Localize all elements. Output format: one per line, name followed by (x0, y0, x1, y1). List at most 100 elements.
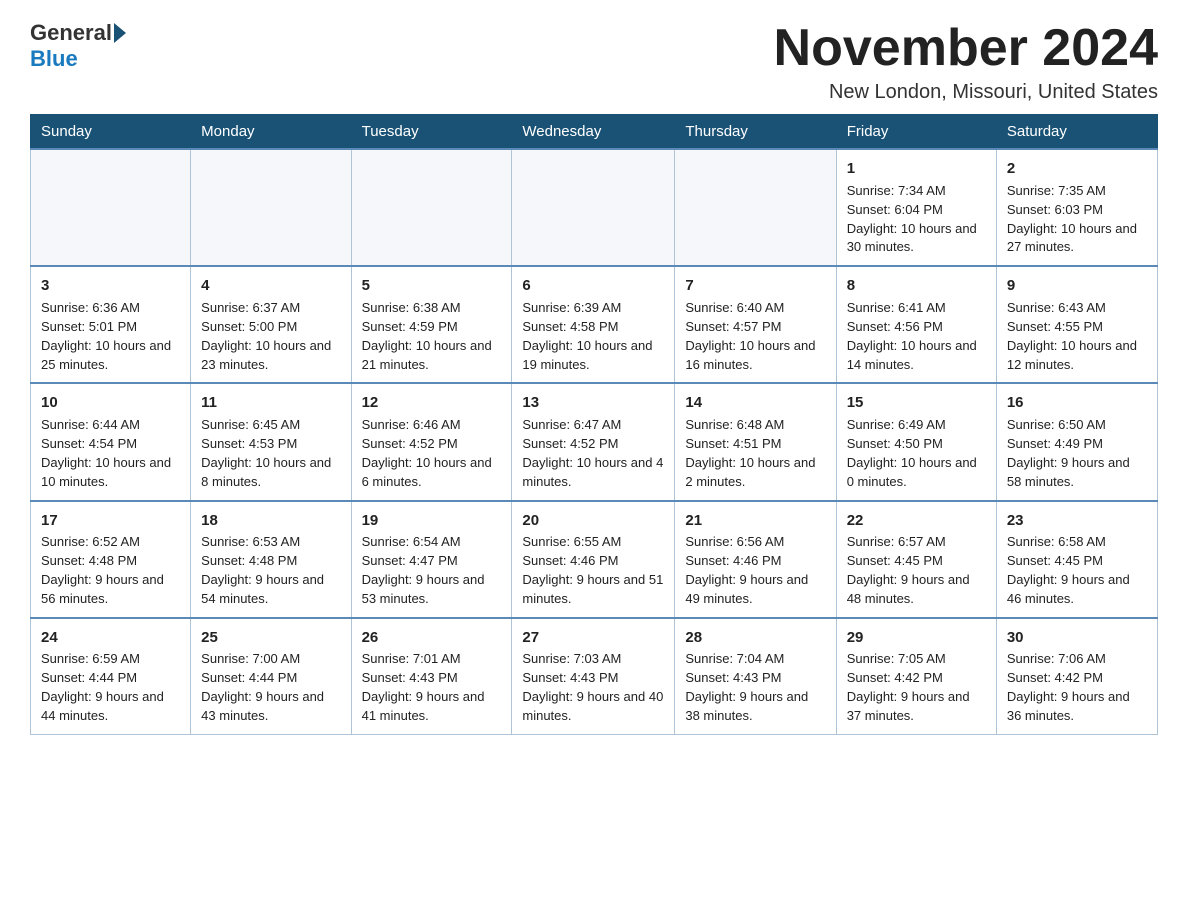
day-info: Sunrise: 6:56 AMSunset: 4:46 PMDaylight:… (685, 533, 825, 608)
day-info: Sunrise: 6:38 AMSunset: 4:59 PMDaylight:… (362, 299, 502, 374)
month-title: November 2024 (774, 20, 1158, 77)
calendar-cell: 1Sunrise: 7:34 AMSunset: 6:04 PMDaylight… (836, 149, 996, 266)
day-number: 29 (847, 627, 986, 649)
calendar-cell: 6Sunrise: 6:39 AMSunset: 4:58 PMDaylight… (512, 266, 675, 383)
day-info: Sunrise: 7:01 AMSunset: 4:43 PMDaylight:… (362, 650, 502, 725)
calendar-cell: 10Sunrise: 6:44 AMSunset: 4:54 PMDayligh… (31, 383, 191, 500)
day-number: 22 (847, 510, 986, 532)
day-number: 3 (41, 275, 180, 297)
day-info: Sunrise: 6:41 AMSunset: 4:56 PMDaylight:… (847, 299, 986, 374)
day-number: 20 (522, 510, 664, 532)
day-number: 30 (1007, 627, 1147, 649)
calendar-cell: 3Sunrise: 6:36 AMSunset: 5:01 PMDaylight… (31, 266, 191, 383)
calendar-cell: 12Sunrise: 6:46 AMSunset: 4:52 PMDayligh… (351, 383, 512, 500)
calendar-cell (31, 149, 191, 266)
calendar-week-row: 17Sunrise: 6:52 AMSunset: 4:48 PMDayligh… (31, 501, 1158, 618)
day-number: 1 (847, 158, 986, 180)
calendar-cell: 13Sunrise: 6:47 AMSunset: 4:52 PMDayligh… (512, 383, 675, 500)
calendar-week-row: 10Sunrise: 6:44 AMSunset: 4:54 PMDayligh… (31, 383, 1158, 500)
day-number: 13 (522, 392, 664, 414)
calendar-cell: 26Sunrise: 7:01 AMSunset: 4:43 PMDayligh… (351, 618, 512, 735)
day-number: 6 (522, 275, 664, 297)
calendar-cell: 25Sunrise: 7:00 AMSunset: 4:44 PMDayligh… (191, 618, 351, 735)
calendar-header-monday: Monday (191, 115, 351, 150)
day-number: 5 (362, 275, 502, 297)
day-info: Sunrise: 6:54 AMSunset: 4:47 PMDaylight:… (362, 533, 502, 608)
day-number: 9 (1007, 275, 1147, 297)
day-info: Sunrise: 7:03 AMSunset: 4:43 PMDaylight:… (522, 650, 664, 725)
calendar-header-thursday: Thursday (675, 115, 836, 150)
day-info: Sunrise: 6:45 AMSunset: 4:53 PMDaylight:… (201, 416, 340, 491)
calendar-week-row: 1Sunrise: 7:34 AMSunset: 6:04 PMDaylight… (31, 149, 1158, 266)
calendar-cell: 15Sunrise: 6:49 AMSunset: 4:50 PMDayligh… (836, 383, 996, 500)
calendar-cell: 28Sunrise: 7:04 AMSunset: 4:43 PMDayligh… (675, 618, 836, 735)
logo-arrow-icon (114, 23, 126, 43)
calendar-cell: 7Sunrise: 6:40 AMSunset: 4:57 PMDaylight… (675, 266, 836, 383)
day-number: 16 (1007, 392, 1147, 414)
day-info: Sunrise: 7:06 AMSunset: 4:42 PMDaylight:… (1007, 650, 1147, 725)
calendar-cell: 2Sunrise: 7:35 AMSunset: 6:03 PMDaylight… (996, 149, 1157, 266)
day-number: 2 (1007, 158, 1147, 180)
calendar-cell: 27Sunrise: 7:03 AMSunset: 4:43 PMDayligh… (512, 618, 675, 735)
day-number: 11 (201, 392, 340, 414)
day-number: 18 (201, 510, 340, 532)
day-info: Sunrise: 6:46 AMSunset: 4:52 PMDaylight:… (362, 416, 502, 491)
day-info: Sunrise: 6:52 AMSunset: 4:48 PMDaylight:… (41, 533, 180, 608)
day-info: Sunrise: 6:40 AMSunset: 4:57 PMDaylight:… (685, 299, 825, 374)
calendar-header-wednesday: Wednesday (512, 115, 675, 150)
day-number: 7 (685, 275, 825, 297)
day-info: Sunrise: 6:53 AMSunset: 4:48 PMDaylight:… (201, 533, 340, 608)
day-info: Sunrise: 6:36 AMSunset: 5:01 PMDaylight:… (41, 299, 180, 374)
calendar-cell: 4Sunrise: 6:37 AMSunset: 5:00 PMDaylight… (191, 266, 351, 383)
day-info: Sunrise: 6:48 AMSunset: 4:51 PMDaylight:… (685, 416, 825, 491)
day-number: 24 (41, 627, 180, 649)
day-number: 27 (522, 627, 664, 649)
day-info: Sunrise: 6:39 AMSunset: 4:58 PMDaylight:… (522, 299, 664, 374)
day-info: Sunrise: 7:34 AMSunset: 6:04 PMDaylight:… (847, 182, 986, 257)
calendar-header-friday: Friday (836, 115, 996, 150)
day-number: 12 (362, 392, 502, 414)
day-info: Sunrise: 6:37 AMSunset: 5:00 PMDaylight:… (201, 299, 340, 374)
day-number: 25 (201, 627, 340, 649)
calendar-cell: 5Sunrise: 6:38 AMSunset: 4:59 PMDaylight… (351, 266, 512, 383)
day-number: 17 (41, 510, 180, 532)
day-number: 8 (847, 275, 986, 297)
day-number: 28 (685, 627, 825, 649)
day-info: Sunrise: 7:04 AMSunset: 4:43 PMDaylight:… (685, 650, 825, 725)
day-info: Sunrise: 6:49 AMSunset: 4:50 PMDaylight:… (847, 416, 986, 491)
day-info: Sunrise: 7:35 AMSunset: 6:03 PMDaylight:… (1007, 182, 1147, 257)
page-header: General Blue November 2024 New London, M… (30, 20, 1158, 104)
day-info: Sunrise: 7:00 AMSunset: 4:44 PMDaylight:… (201, 650, 340, 725)
calendar-header-row: SundayMondayTuesdayWednesdayThursdayFrid… (31, 115, 1158, 150)
day-number: 26 (362, 627, 502, 649)
title-block: November 2024 New London, Missouri, Unit… (774, 20, 1158, 104)
day-number: 19 (362, 510, 502, 532)
calendar-cell (351, 149, 512, 266)
calendar-cell: 16Sunrise: 6:50 AMSunset: 4:49 PMDayligh… (996, 383, 1157, 500)
day-number: 14 (685, 392, 825, 414)
calendar-cell: 19Sunrise: 6:54 AMSunset: 4:47 PMDayligh… (351, 501, 512, 618)
calendar-cell (191, 149, 351, 266)
logo-blue-text: Blue (30, 46, 78, 71)
calendar-cell: 11Sunrise: 6:45 AMSunset: 4:53 PMDayligh… (191, 383, 351, 500)
calendar-cell: 24Sunrise: 6:59 AMSunset: 4:44 PMDayligh… (31, 618, 191, 735)
day-info: Sunrise: 6:57 AMSunset: 4:45 PMDaylight:… (847, 533, 986, 608)
calendar-cell: 23Sunrise: 6:58 AMSunset: 4:45 PMDayligh… (996, 501, 1157, 618)
logo-general-text: General (30, 20, 112, 46)
calendar-cell: 22Sunrise: 6:57 AMSunset: 4:45 PMDayligh… (836, 501, 996, 618)
day-info: Sunrise: 6:50 AMSunset: 4:49 PMDaylight:… (1007, 416, 1147, 491)
day-number: 21 (685, 510, 825, 532)
calendar-cell: 8Sunrise: 6:41 AMSunset: 4:56 PMDaylight… (836, 266, 996, 383)
calendar-cell (675, 149, 836, 266)
calendar-cell: 14Sunrise: 6:48 AMSunset: 4:51 PMDayligh… (675, 383, 836, 500)
calendar-header-tuesday: Tuesday (351, 115, 512, 150)
location-title: New London, Missouri, United States (774, 81, 1158, 104)
calendar-cell: 17Sunrise: 6:52 AMSunset: 4:48 PMDayligh… (31, 501, 191, 618)
day-number: 10 (41, 392, 180, 414)
calendar-week-row: 3Sunrise: 6:36 AMSunset: 5:01 PMDaylight… (31, 266, 1158, 383)
calendar-cell: 20Sunrise: 6:55 AMSunset: 4:46 PMDayligh… (512, 501, 675, 618)
logo: General Blue (30, 20, 128, 72)
calendar-cell: 18Sunrise: 6:53 AMSunset: 4:48 PMDayligh… (191, 501, 351, 618)
day-info: Sunrise: 7:05 AMSunset: 4:42 PMDaylight:… (847, 650, 986, 725)
day-info: Sunrise: 6:58 AMSunset: 4:45 PMDaylight:… (1007, 533, 1147, 608)
